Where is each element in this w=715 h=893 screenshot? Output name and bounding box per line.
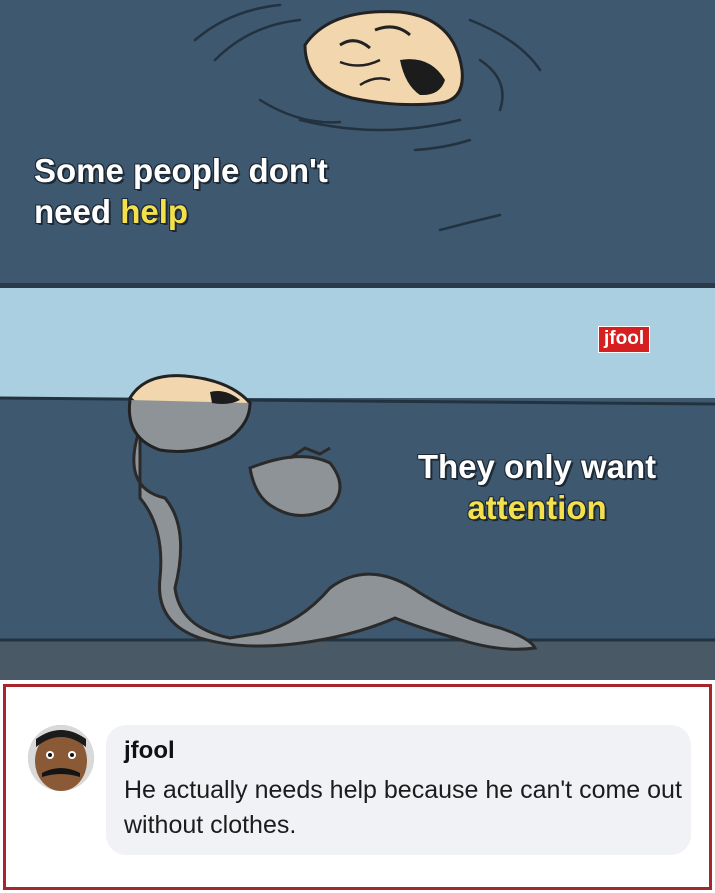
top-caption-line2: need help — [34, 191, 328, 232]
bottom-caption-highlight: attention — [467, 489, 607, 526]
sitting-figure-head — [127, 374, 253, 453]
top-caption-line1: Some people don't — [34, 152, 328, 189]
bottom-caption-line1: They only want — [417, 448, 657, 485]
top-caption-line2-prefix: need — [34, 193, 121, 230]
comment-frame: jfool He actually needs help because he … — [3, 684, 712, 890]
drowning-head — [303, 10, 464, 107]
bottom-caption: They only want attention — [402, 446, 672, 528]
meme-top-panel: Some people don't need help — [0, 0, 715, 283]
comment-text: He actually needs help because he can't … — [124, 776, 682, 839]
top-caption-highlight: help — [120, 193, 189, 230]
water-surface-line — [0, 396, 715, 406]
drowning-head-illustration — [193, 3, 542, 232]
watermark-badge: jfool — [598, 326, 651, 353]
avatar[interactable] — [28, 725, 94, 791]
top-caption: Some people don't need help — [34, 150, 328, 232]
avatar-face-icon — [28, 725, 94, 791]
comment-author[interactable]: jfool — [124, 737, 175, 765]
